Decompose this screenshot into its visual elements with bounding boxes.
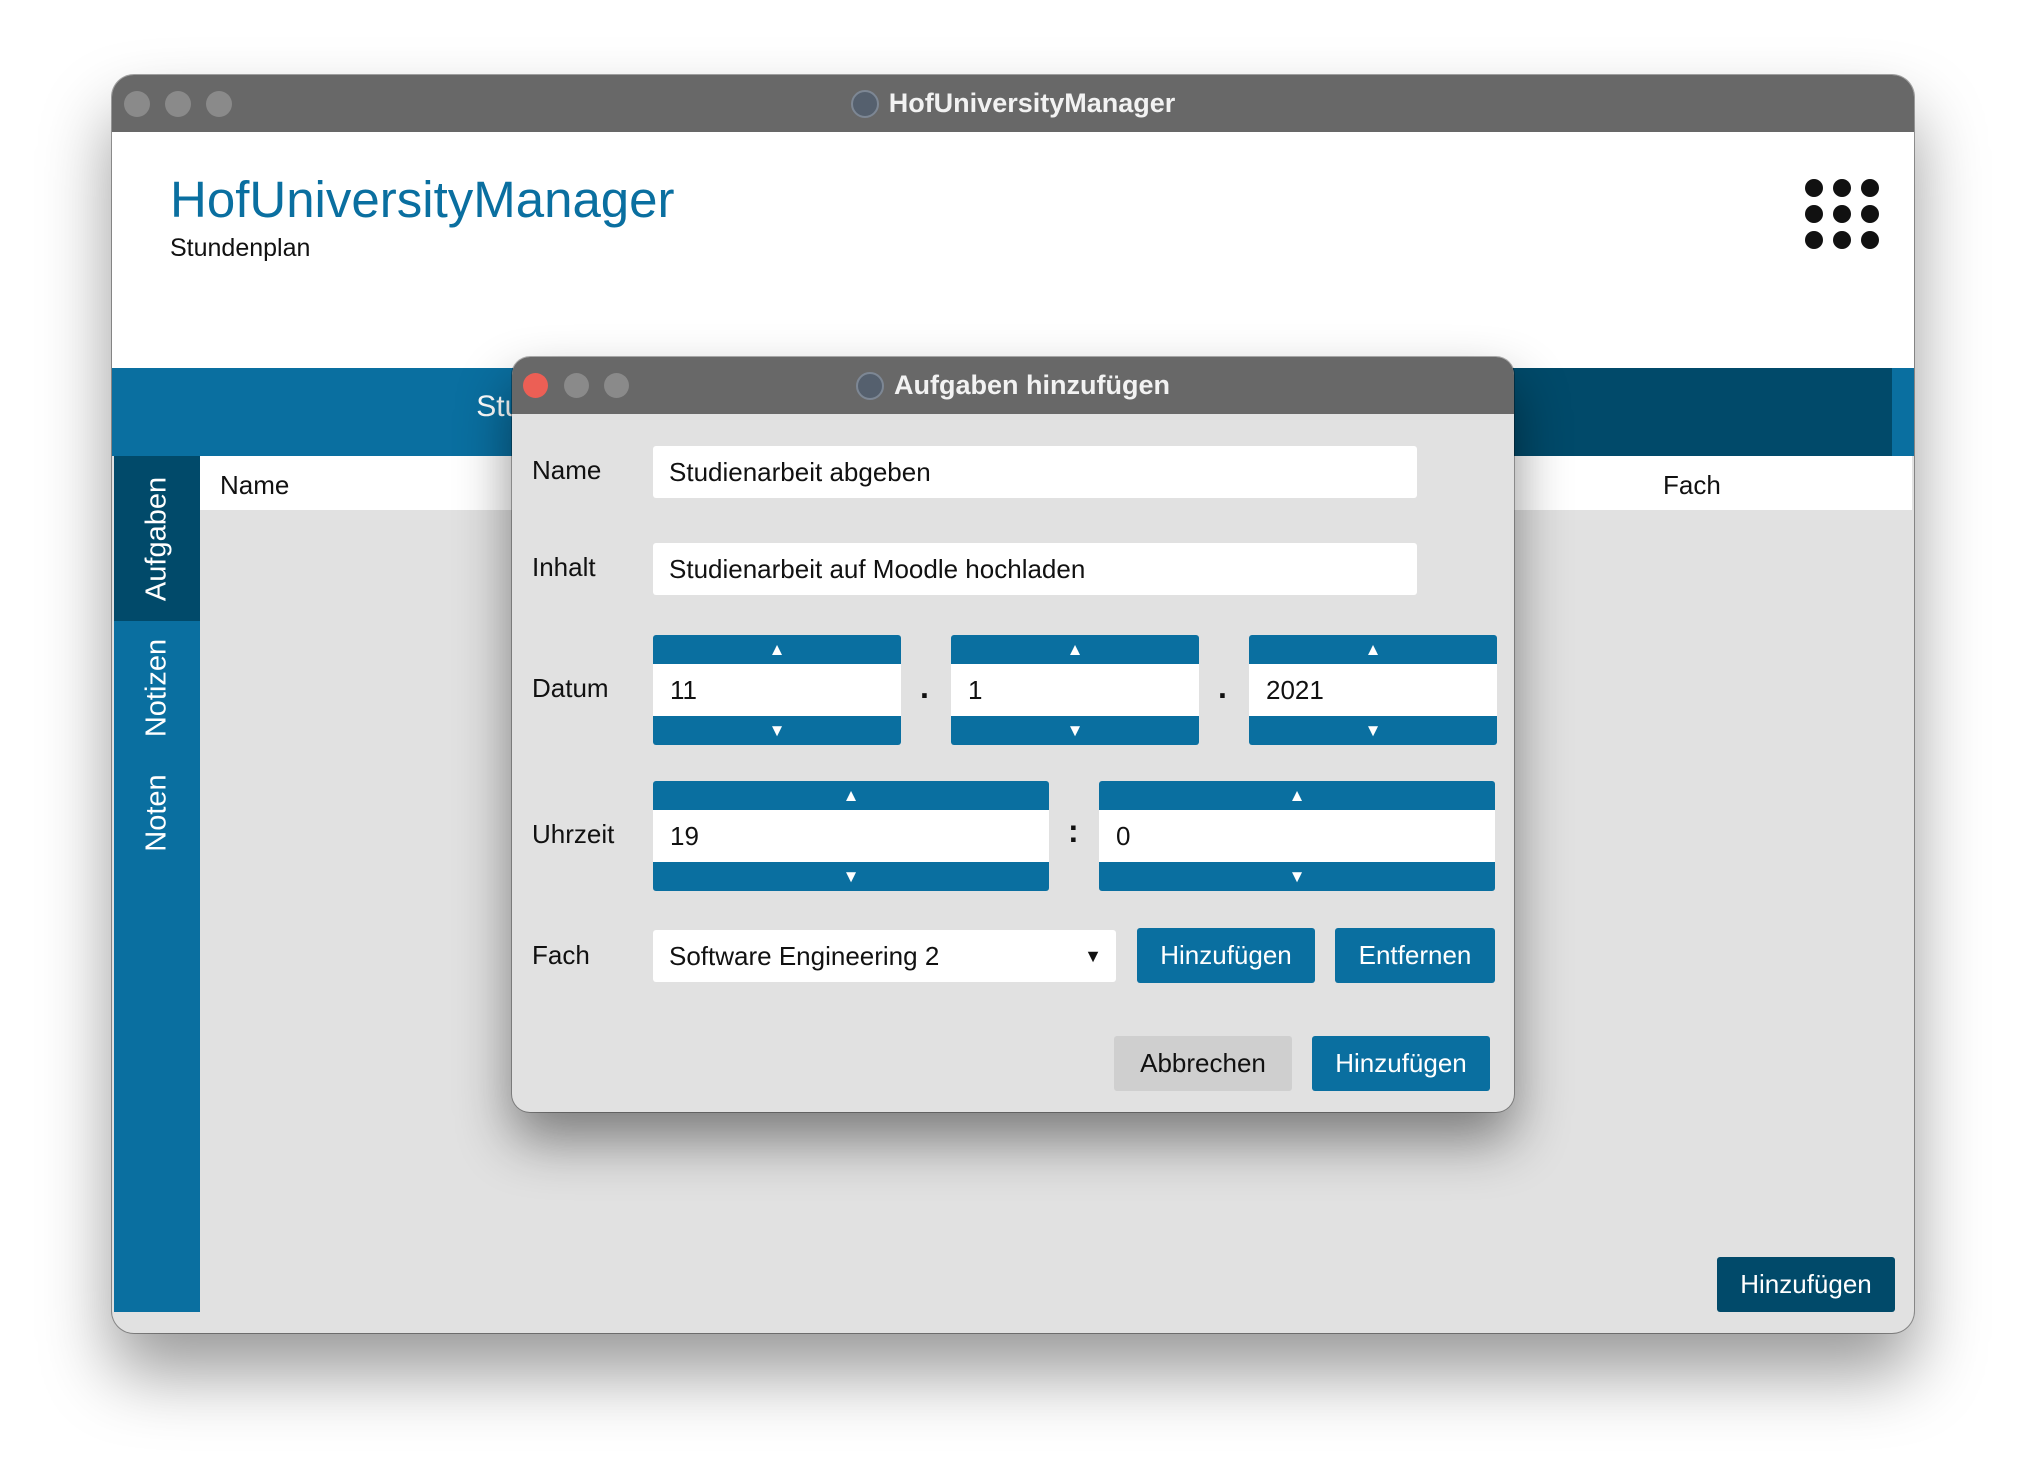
window-title: HofUniversityManager (888, 88, 1176, 118)
year-spinner[interactable]: ▲ 2021 ▼ (1249, 635, 1497, 745)
add-task-dialog: Aufgaben hinzufügen Name Studienarbeit a… (512, 357, 1514, 1112)
day-decrement-button[interactable]: ▼ (653, 716, 901, 745)
name-label: Name (532, 455, 602, 485)
app-icon (850, 89, 879, 118)
minute-decrement-button[interactable]: ▼ (1099, 862, 1495, 891)
day-input[interactable]: 11 (653, 664, 901, 716)
minute-spinner[interactable]: ▲ 0 ▼ (1099, 781, 1495, 891)
column-header-fach[interactable]: Fach (1663, 470, 1721, 501)
app-title: HofUniversityManager (170, 171, 675, 228)
sidebar-item-noten[interactable]: Noten (114, 755, 200, 870)
window-titlebar[interactable]: HofUniversityManager (112, 75, 1914, 132)
column-header-name[interactable]: Name (220, 470, 289, 501)
sidebar-item-label: Notizen (140, 638, 173, 738)
minute-input[interactable]: 0 (1099, 810, 1495, 862)
remove-fach-button[interactable]: Entfernen (1335, 928, 1495, 983)
submit-button[interactable]: Hinzufügen (1312, 1036, 1490, 1091)
sidebar-item-notizen[interactable]: Notizen (114, 621, 200, 755)
date-separator: . (1218, 669, 1227, 705)
year-input[interactable]: 2021 (1249, 664, 1497, 716)
month-input[interactable]: 1 (951, 664, 1199, 716)
fach-selected-value: Software Engineering 2 (669, 941, 940, 971)
fach-select[interactable]: Software Engineering 2 ▼ (653, 930, 1116, 982)
uhrzeit-label: Uhrzeit (532, 819, 615, 849)
dialog-title: Aufgaben hinzufügen (894, 370, 1170, 400)
minute-increment-button[interactable]: ▲ (1099, 781, 1495, 810)
sidebar-item-label: Noten (140, 773, 173, 852)
month-spinner[interactable]: ▲ 1 ▼ (951, 635, 1199, 745)
hour-increment-button[interactable]: ▲ (653, 781, 1049, 810)
page-subtitle: Stundenplan (170, 234, 311, 262)
sidebar-item-aufgaben[interactable]: Aufgaben (114, 456, 200, 621)
name-field[interactable]: Studienarbeit abgeben (653, 446, 1417, 498)
grid-menu-icon[interactable] (1805, 179, 1879, 253)
year-increment-button[interactable]: ▲ (1249, 635, 1497, 664)
hour-input[interactable]: 19 (653, 810, 1049, 862)
month-decrement-button[interactable]: ▼ (951, 716, 1199, 745)
sidebar: Aufgaben Notizen Noten (114, 456, 200, 1312)
app-header: HofUniversityManager Stundenplan (112, 132, 1914, 368)
add-fach-button[interactable]: Hinzufügen (1137, 928, 1315, 983)
inhalt-field[interactable]: Studienarbeit auf Moodle hochladen (653, 543, 1417, 595)
day-spinner[interactable]: ▲ 11 ▼ (653, 635, 901, 745)
chevron-down-icon[interactable]: ▼ (1084, 930, 1102, 982)
month-increment-button[interactable]: ▲ (951, 635, 1199, 664)
fach-label: Fach (532, 940, 590, 970)
cancel-button[interactable]: Abbrechen (1114, 1036, 1292, 1091)
app-icon (856, 371, 885, 400)
datum-label: Datum (532, 673, 609, 703)
time-separator: : (1068, 813, 1079, 849)
sidebar-item-label: Aufgaben (140, 476, 173, 601)
dialog-titlebar[interactable]: Aufgaben hinzufügen (512, 357, 1514, 414)
day-increment-button[interactable]: ▲ (653, 635, 901, 664)
year-decrement-button[interactable]: ▼ (1249, 716, 1497, 745)
inhalt-label: Inhalt (532, 552, 596, 582)
hour-decrement-button[interactable]: ▼ (653, 862, 1049, 891)
hour-spinner[interactable]: ▲ 19 ▼ (653, 781, 1049, 891)
date-separator: . (920, 669, 929, 705)
add-task-button[interactable]: Hinzufügen (1717, 1257, 1895, 1312)
